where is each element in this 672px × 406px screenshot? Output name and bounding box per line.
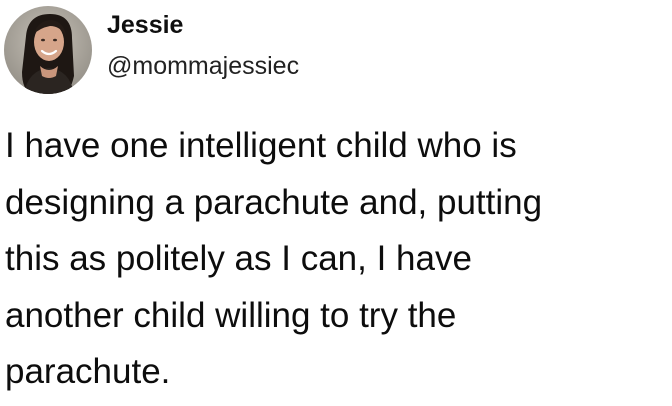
author-name[interactable]: Jessie: [107, 10, 183, 40]
tweet-text: I have one intelligent child who is desi…: [5, 126, 543, 391]
author-handle[interactable]: @mommajessiec: [107, 51, 299, 81]
author-avatar[interactable]: [4, 6, 92, 94]
profile-photo-icon: [4, 6, 92, 94]
tweet-card: Jessie @mommajessiec I have one intellig…: [0, 0, 672, 406]
